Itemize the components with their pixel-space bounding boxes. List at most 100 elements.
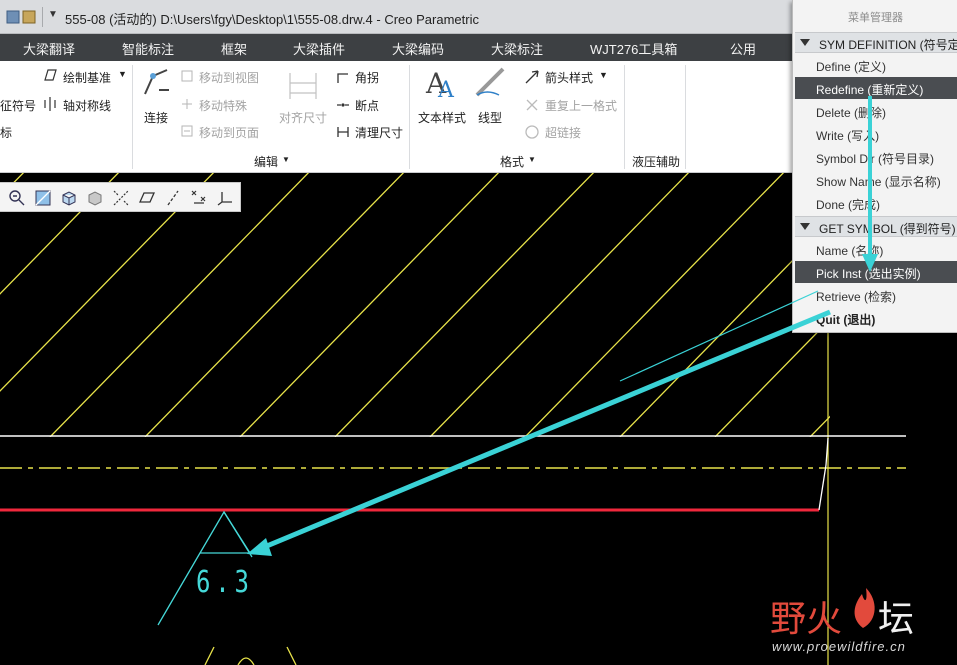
corner-icon: [337, 73, 348, 83]
collapse-triangle-icon[interactable]: [800, 223, 810, 230]
repeat-format-button[interactable]: 重复上一格式: [545, 97, 617, 114]
move-to-view-button[interactable]: 移动到视图: [199, 69, 259, 86]
text-style-icon: A A: [425, 67, 455, 101]
chevron-down-icon[interactable]: ▼: [282, 155, 290, 164]
menu-item-common[interactable]: 公用: [730, 39, 756, 58]
chevron-down-icon[interactable]: ▼: [118, 69, 127, 79]
menu-item-plugin[interactable]: 大梁插件: [293, 39, 345, 58]
menu-manager-title: 菜单管理器: [848, 12, 903, 24]
zoom-in-icon[interactable]: [8, 189, 26, 207]
move-special-button[interactable]: 移动特殊: [199, 97, 247, 114]
align-dim-icon: [289, 73, 317, 99]
draw-datum-button[interactable]: 绘制基准: [63, 69, 111, 86]
repeat-format-icon: [526, 99, 538, 111]
menu-item-write[interactable]: Write (写入): [795, 123, 957, 145]
shade-icon[interactable]: [86, 189, 104, 207]
title-separator: [42, 7, 43, 27]
line-type-button[interactable]: 线型: [478, 109, 502, 126]
svg-text:A: A: [437, 78, 455, 101]
menu-item-retrieve[interactable]: Retrieve (检索): [795, 284, 957, 306]
menu-item-define[interactable]: Define (定义): [795, 54, 957, 76]
move-to-page-button[interactable]: 移动到页面: [199, 124, 259, 141]
menu-item-smart-dim[interactable]: 智能标注: [122, 39, 174, 58]
arrow-style-button[interactable]: 箭头样式: [545, 69, 593, 86]
menu-item-label: Retrieve (检索): [816, 290, 897, 304]
menu-item-done[interactable]: Done (完成): [795, 192, 957, 214]
watermark-url: www.proewildfire.cn: [772, 639, 906, 654]
hatch-line: [0, 173, 120, 295]
quick-access-icon[interactable]: [6, 9, 40, 25]
menu-item-label: Define (定义): [816, 60, 887, 74]
menu-item-name[interactable]: Name (名称): [795, 238, 957, 260]
menu-item-toolbox[interactable]: WJT276工具箱: [590, 39, 677, 58]
collapse-triangle-icon[interactable]: [800, 39, 810, 46]
partial-line: [204, 646, 215, 665]
connect-icon: [144, 69, 169, 95]
group-separator: [685, 65, 686, 169]
menu-item-label: Done (完成): [816, 198, 881, 212]
hyperlink-icon: [525, 125, 539, 139]
clean-dim-icon: [337, 127, 349, 137]
datum-display-icon[interactable]: [112, 189, 130, 207]
corner-button[interactable]: 角拐: [355, 69, 379, 86]
plane-icon[interactable]: [138, 189, 156, 207]
edge-connector: [818, 437, 829, 511]
point-icon[interactable]: [190, 189, 208, 207]
axis-icon[interactable]: [164, 189, 182, 207]
partial-arc: [237, 657, 255, 665]
menu-manager: 菜单管理器 SYM DEFINITION (符号定 Define (定义) Re…: [792, 0, 957, 333]
clean-dim-button[interactable]: 清理尺寸: [355, 124, 403, 141]
watermark-text: 野火: [770, 599, 843, 640]
menu-item-delete[interactable]: Delete (删除): [795, 100, 957, 122]
chevron-down-icon[interactable]: ▼: [599, 70, 608, 80]
arrow-style-icon: [525, 70, 539, 84]
mark-button[interactable]: 标: [0, 124, 12, 141]
cube-view-icon[interactable]: [60, 189, 78, 207]
menu-item-label: Redefine (重新定义): [816, 83, 924, 97]
chevron-down-icon[interactable]: ▼: [528, 155, 536, 164]
menu-item-label: Quit (退出): [816, 313, 876, 327]
roughness-value: 6.3: [196, 565, 254, 600]
window-title: 555-08 (活动的) D:\Users\fgy\Desktop\1\555-…: [65, 12, 479, 27]
breakpoint-button[interactable]: 断点: [355, 97, 379, 114]
menu-item-frame[interactable]: 框架: [221, 39, 247, 58]
menu-item-pick-inst[interactable]: Pick Inst (选出实例): [795, 261, 957, 283]
menu-item-annotate[interactable]: 大梁标注: [491, 39, 543, 58]
connect-button[interactable]: 连接: [144, 109, 168, 126]
menu-item-translate[interactable]: 大梁翻译: [23, 39, 75, 58]
format-group-label: 格式: [500, 155, 525, 169]
menu-item-show-name[interactable]: Show Name (显示名称): [795, 169, 957, 191]
menu-item-label: Symbol Dir (符号目录): [816, 152, 935, 166]
csys-icon[interactable]: [216, 189, 234, 207]
watermark-text: 坛: [878, 599, 915, 640]
sym-definition-header[interactable]: SYM DEFINITION (符号定: [795, 32, 957, 53]
menu-item-label: Delete (删除): [816, 106, 887, 120]
align-dim-button[interactable]: 对齐尺寸: [279, 109, 327, 126]
menu-item-symbol-dir[interactable]: Symbol Dir (符号目录): [795, 146, 957, 168]
group-separator: [624, 65, 625, 169]
breakpoint-icon: [337, 103, 349, 107]
roughness-leg: [223, 511, 253, 558]
move-to-view-icon: [181, 70, 193, 82]
menu-item-label: Name (名称): [816, 244, 884, 258]
hyperlink-button[interactable]: 超链接: [545, 124, 581, 141]
graphics-toolbar: [0, 182, 241, 212]
chevron-down-icon[interactable]: ▼: [48, 9, 58, 20]
menu-item-redefine[interactable]: Redefine (重新定义): [795, 77, 957, 99]
menu-item-encode[interactable]: 大梁编码: [392, 39, 444, 58]
menu-item-label: Show Name (显示名称): [816, 175, 941, 189]
move-special-icon: [182, 99, 192, 109]
draw-datum-icon: [44, 69, 57, 81]
feature-symbol-button[interactable]: 征符号: [0, 97, 36, 114]
text-style-button[interactable]: 文本样式: [418, 109, 466, 126]
hatch-line: [0, 173, 215, 392]
menu-item-quit[interactable]: Quit (退出): [795, 307, 957, 329]
line-type-icon: [475, 67, 505, 97]
axis-symmetric-icon: [44, 97, 56, 111]
axis-symmetric-button[interactable]: 轴对称线: [63, 97, 111, 114]
watermark: 野火 坛 www.proewildfire.cn: [770, 588, 957, 665]
get-symbol-header[interactable]: GET SYMBOL (得到符号): [795, 216, 957, 237]
partial-line: [286, 646, 297, 665]
refit-icon[interactable]: [34, 189, 52, 207]
group-separator: [132, 65, 133, 169]
